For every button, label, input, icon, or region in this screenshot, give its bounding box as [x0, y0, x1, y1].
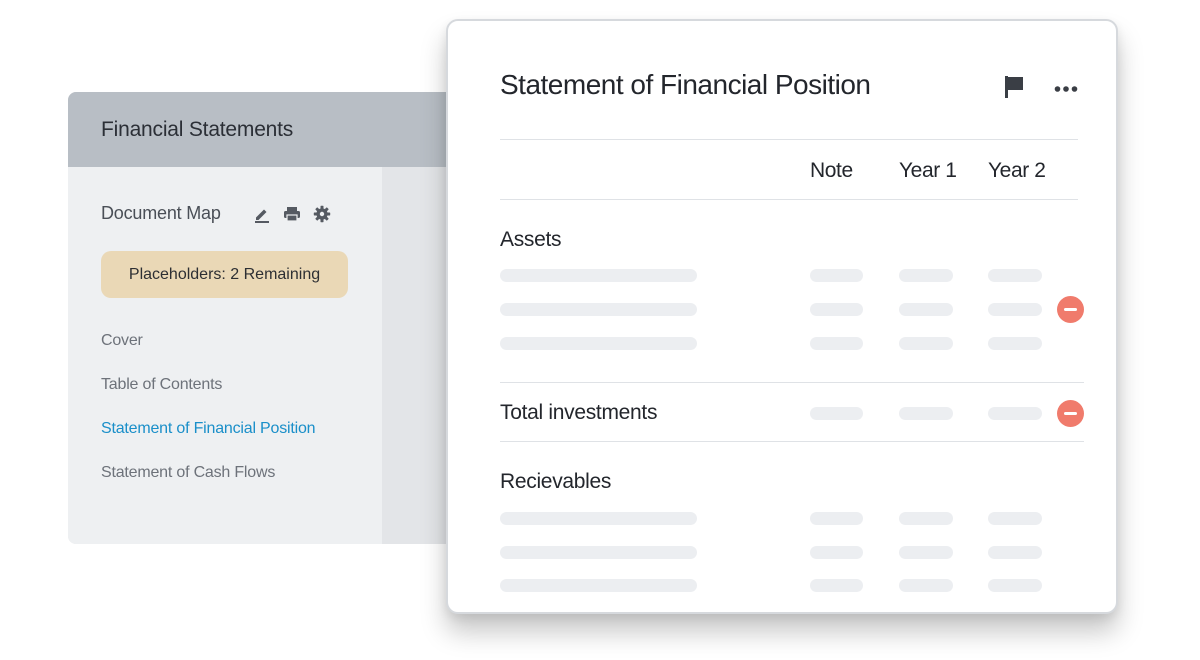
stage: Financial Statements Document Map Placeh…: [0, 0, 1200, 660]
divider: [500, 382, 1084, 383]
placeholder-bar: [500, 579, 697, 592]
placeholder-bar: [810, 579, 863, 592]
document-map-nav: Cover Table of Contents Statement of Fin…: [101, 330, 316, 506]
statement-card: Statement of Financial Position Note Yea…: [446, 19, 1118, 614]
placeholder-bar: [988, 407, 1042, 420]
divider: [500, 139, 1078, 140]
panel-header: Financial Statements: [68, 92, 508, 167]
placeholder-bar: [810, 269, 863, 282]
placeholder-bar: [899, 269, 953, 282]
placeholder-bar: [500, 269, 697, 282]
column-header-note: Note: [810, 159, 853, 182]
placeholders-badge[interactable]: Placeholders: 2 Remaining: [101, 251, 348, 298]
remove-row-button[interactable]: [1057, 296, 1084, 323]
column-header-year-1: Year 1: [899, 159, 957, 182]
nav-item-statement-of-cash-flows[interactable]: Statement of Cash Flows: [101, 462, 315, 506]
placeholder-bar: [500, 303, 697, 316]
placeholder-bar: [899, 546, 953, 559]
flag-icon[interactable]: [1003, 75, 1025, 104]
placeholder-bar: [899, 407, 953, 420]
placeholder-bar: [810, 303, 863, 316]
placeholder-bar: [988, 337, 1042, 350]
placeholder-bar: [500, 337, 697, 350]
minus-icon: [1064, 412, 1077, 415]
placeholder-bar: [899, 579, 953, 592]
placeholders-badge-label: Placeholders: 2 Remaining: [128, 265, 321, 283]
gear-icon[interactable]: [313, 205, 331, 223]
edit-icon[interactable]: [253, 205, 271, 223]
document-map-header: Document Map: [101, 203, 331, 224]
placeholder-bar: [988, 269, 1042, 282]
nav-item-statement-of-financial-position[interactable]: Statement of Financial Position: [101, 418, 316, 462]
document-map-sidebar: Document Map Placeholders: 2 Remaining C…: [68, 167, 382, 544]
placeholder-bar: [810, 337, 863, 350]
section-assets: Assets: [500, 228, 562, 251]
nav-item-table-of-contents[interactable]: Table of Contents: [101, 374, 315, 418]
print-icon[interactable]: [283, 205, 301, 223]
placeholder-bar: [988, 546, 1042, 559]
placeholder-bar: [500, 546, 697, 559]
financial-statements-panel: Financial Statements Document Map Placeh…: [68, 92, 508, 544]
placeholder-bar: [988, 303, 1042, 316]
remove-row-button[interactable]: [1057, 400, 1084, 427]
placeholder-bar: [988, 579, 1042, 592]
placeholder-bar: [899, 512, 953, 525]
placeholder-bar: [810, 546, 863, 559]
more-icon[interactable]: [1054, 80, 1078, 98]
divider: [500, 441, 1084, 442]
nav-item-cover[interactable]: Cover: [101, 330, 315, 374]
divider: [500, 199, 1078, 200]
section-total-investments: Total investments: [500, 401, 658, 424]
document-map-toolbar: [253, 205, 331, 223]
panel-title: Financial Statements: [101, 117, 294, 141]
section-receivables: Recievables: [500, 470, 612, 493]
placeholder-bar: [988, 512, 1042, 525]
column-header-year-2: Year 2: [988, 159, 1046, 182]
placeholder-bar: [500, 512, 697, 525]
placeholder-bar: [899, 303, 953, 316]
card-title: Statement of Financial Position: [500, 69, 871, 100]
minus-icon: [1064, 308, 1077, 311]
placeholder-bar: [899, 337, 953, 350]
placeholder-bar: [810, 512, 863, 525]
placeholder-bar: [810, 407, 863, 420]
document-map-title: Document Map: [101, 203, 221, 223]
